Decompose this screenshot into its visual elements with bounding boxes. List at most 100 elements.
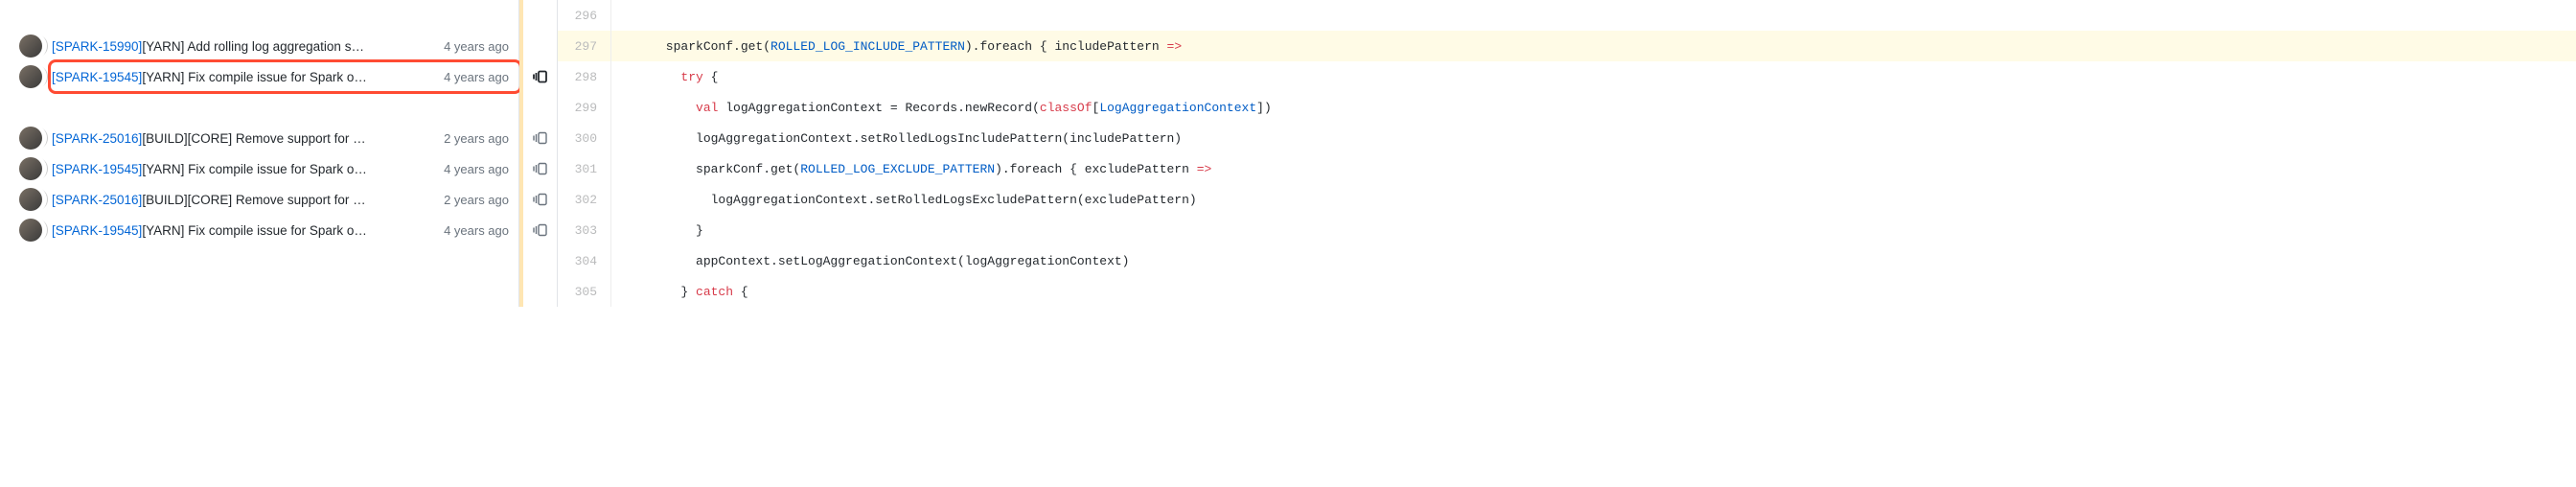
code-line: 305 } catch {: [558, 276, 2576, 307]
issue-link[interactable]: [SPARK-19545]: [52, 223, 142, 238]
code-token: }: [621, 285, 696, 299]
versions-icon: [533, 222, 548, 238]
code-token: val: [696, 101, 718, 115]
blame-row: [SPARK-19545][YARN] Fix compile issue fo…: [0, 215, 518, 245]
diff-view: [SPARK-15990][YARN] Add rolling log aggr…: [0, 0, 2576, 307]
avatar[interactable]: [19, 219, 42, 242]
code-token: ).foreach { excludePattern: [995, 162, 1197, 176]
code-token: catch: [696, 285, 733, 299]
commit-title: [BUILD][CORE] Remove support for …: [142, 131, 365, 146]
commit-age: 4 years ago: [442, 39, 518, 54]
code-token: =>: [1197, 162, 1212, 176]
code-text: sparkConf.get(ROLLED_LOG_EXCLUDE_PATTERN…: [611, 162, 1211, 176]
commit-message[interactable]: [SPARK-25016][BUILD][CORE] Remove suppor…: [52, 131, 432, 146]
reblame-blank: [523, 92, 557, 123]
blame-row: [SPARK-19545][YARN] Fix compile issue fo…: [0, 61, 518, 92]
blame-row: [SPARK-19545][YARN] Fix compile issue fo…: [0, 153, 518, 184]
commit-title: [YARN] Fix compile issue for Spark o…: [142, 162, 367, 176]
avatar[interactable]: [19, 157, 42, 180]
code-line: 298 try {: [558, 61, 2576, 92]
avatar[interactable]: [19, 188, 42, 211]
reblame-button: [523, 31, 557, 61]
code-line: 297 sparkConf.get(ROLLED_LOG_INCLUDE_PAT…: [558, 31, 2576, 61]
code-token: appContext.setLogAggregationContext(logA…: [621, 254, 1130, 268]
code-token: classOf: [1040, 101, 1092, 115]
code-line: 301 sparkConf.get(ROLLED_LOG_EXCLUDE_PAT…: [558, 153, 2576, 184]
reblame-button[interactable]: [523, 184, 557, 215]
issue-link[interactable]: [SPARK-15990]: [52, 39, 142, 54]
reblame-button[interactable]: [523, 215, 557, 245]
line-number[interactable]: 304: [558, 245, 611, 276]
reblame-button[interactable]: [523, 61, 557, 92]
age-heatmap: [519, 0, 523, 307]
versions-icon: [533, 130, 548, 146]
code-token: [621, 101, 696, 115]
issue-link[interactable]: [SPARK-19545]: [52, 70, 142, 84]
code-line: 303 }: [558, 215, 2576, 245]
code-token: ]): [1256, 101, 1272, 115]
line-number[interactable]: 301: [558, 153, 611, 184]
line-number[interactable]: 300: [558, 123, 611, 153]
line-number[interactable]: 303: [558, 215, 611, 245]
code-token: logAggregationContext.setRolledLogsInclu…: [621, 131, 1182, 146]
reblame-blank: [523, 245, 557, 276]
code-text: }: [611, 223, 703, 238]
commit-message[interactable]: [SPARK-19545][YARN] Fix compile issue fo…: [52, 223, 432, 238]
line-number[interactable]: 305: [558, 276, 611, 307]
commit-message[interactable]: [SPARK-19545][YARN] Fix compile issue fo…: [52, 70, 432, 84]
line-number[interactable]: 297: [558, 31, 611, 61]
reblame-blank: [523, 276, 557, 307]
code-token: try: [680, 70, 702, 84]
commit-age: 2 years ago: [442, 131, 518, 146]
code-token: [621, 70, 680, 84]
code-line: 300 logAggregationContext.setRolledLogsI…: [558, 123, 2576, 153]
commit-age: 4 years ago: [442, 162, 518, 176]
code-text: logAggregationContext.setRolledLogsInclu…: [611, 131, 1182, 146]
code-token: ).foreach { includePattern: [965, 39, 1167, 54]
blame-blank: [0, 92, 518, 123]
line-number[interactable]: 298: [558, 61, 611, 92]
code-token: sparkConf.get(: [621, 162, 800, 176]
versions-icon: [533, 192, 548, 207]
commit-message[interactable]: [SPARK-25016][BUILD][CORE] Remove suppor…: [52, 193, 432, 207]
line-number[interactable]: 296: [558, 0, 611, 31]
issue-link[interactable]: [SPARK-19545]: [52, 162, 142, 176]
reblame-column: [523, 0, 558, 307]
code-token: }: [621, 223, 703, 238]
commit-title: [YARN] Fix compile issue for Spark o…: [142, 223, 367, 238]
blame-row: [SPARK-25016][BUILD][CORE] Remove suppor…: [0, 184, 518, 215]
issue-link[interactable]: [SPARK-25016]: [52, 131, 142, 146]
avatar[interactable]: [19, 127, 42, 150]
commit-title: [BUILD][CORE] Remove support for …: [142, 193, 365, 207]
versions-icon: [533, 69, 548, 84]
line-number[interactable]: 302: [558, 184, 611, 215]
commit-title: [YARN] Add rolling log aggregation s…: [142, 39, 364, 54]
code-text: try {: [611, 70, 718, 84]
blame-blank: [0, 245, 518, 276]
code-token: {: [733, 285, 748, 299]
reblame-blank: [523, 0, 557, 31]
issue-link[interactable]: [SPARK-25016]: [52, 193, 142, 207]
blame-blank: [0, 276, 518, 307]
code-token: {: [703, 70, 719, 84]
avatar[interactable]: [19, 65, 42, 88]
reblame-button[interactable]: [523, 123, 557, 153]
code-line: 302 logAggregationContext.setRolledLogsE…: [558, 184, 2576, 215]
code-token: sparkConf.get(: [621, 39, 770, 54]
commit-age: 4 years ago: [442, 70, 518, 84]
commit-age: 2 years ago: [442, 193, 518, 207]
commit-title: [YARN] Fix compile issue for Spark o…: [142, 70, 367, 84]
line-number[interactable]: 299: [558, 92, 611, 123]
commit-message[interactable]: [SPARK-19545][YARN] Fix compile issue fo…: [52, 162, 432, 176]
code-text: } catch {: [611, 285, 748, 299]
commit-message[interactable]: [SPARK-15990][YARN] Add rolling log aggr…: [52, 39, 432, 54]
code-panel: 296297 sparkConf.get(ROLLED_LOG_INCLUDE_…: [558, 0, 2576, 307]
code-text: appContext.setLogAggregationContext(logA…: [611, 254, 1130, 268]
code-text: val logAggregationContext = Records.newR…: [611, 101, 1272, 115]
code-token: logAggregationContext.setRolledLogsExclu…: [621, 193, 1197, 207]
code-token: logAggregationContext = Records.newRecor…: [718, 101, 1039, 115]
versions-icon: [533, 161, 548, 176]
code-line: 304 appContext.setLogAggregationContext(…: [558, 245, 2576, 276]
avatar[interactable]: [19, 35, 42, 58]
reblame-button[interactable]: [523, 153, 557, 184]
